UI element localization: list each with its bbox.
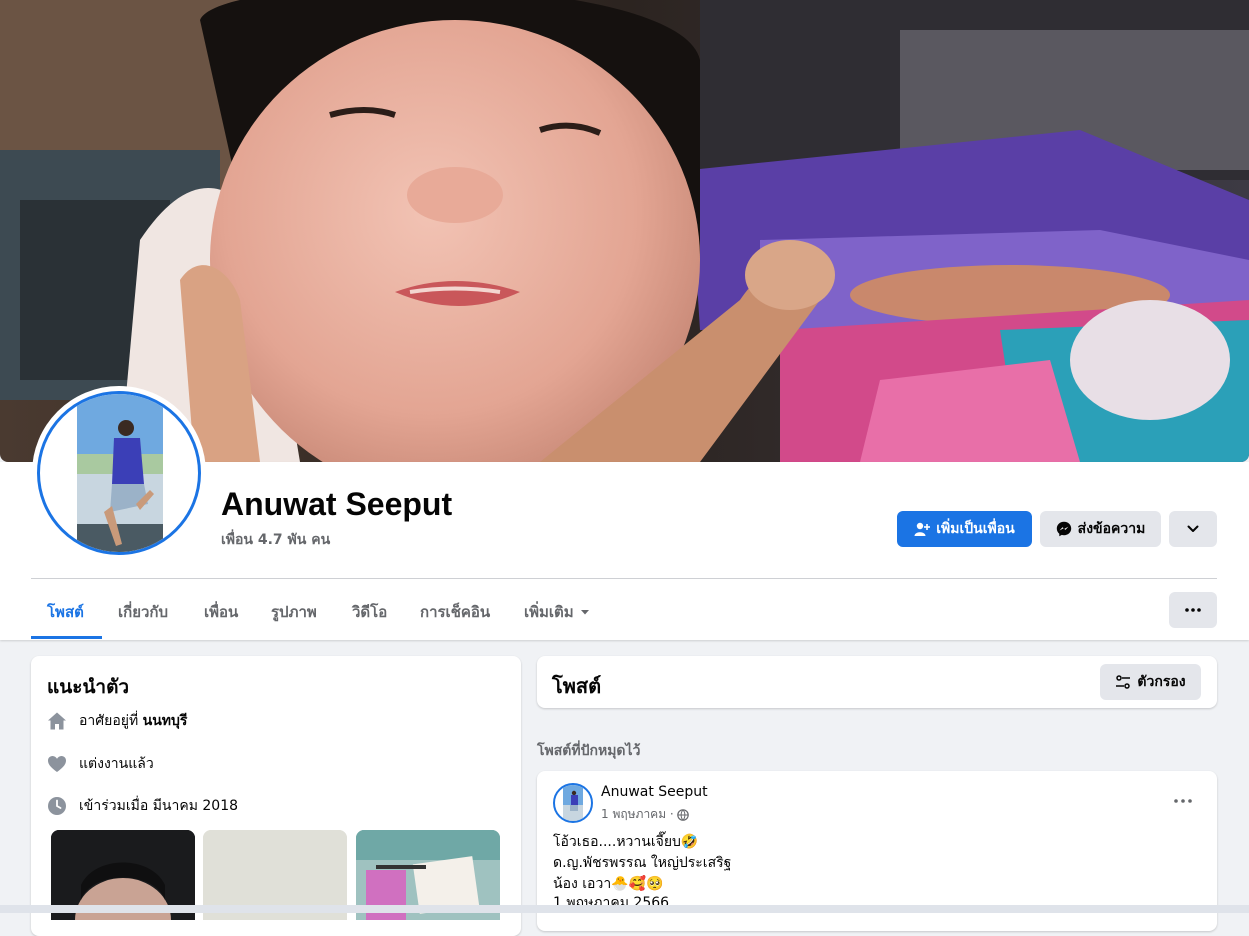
message-label: ส่งข้อความ: [1077, 521, 1146, 537]
caret-down-icon: [580, 610, 589, 615]
message-button[interactable]: ส่งข้อความ: [1040, 511, 1161, 547]
avatar-photo: [563, 785, 583, 821]
joined-date: เข้าร่วมเมื่อ มีนาคม 2018: [79, 798, 239, 814]
active-tab-indicator: [31, 636, 102, 639]
os-taskbar: [0, 905, 1249, 913]
tab-posts[interactable]: โพสต์: [47, 600, 84, 624]
tab-videos[interactable]: วิดีโอ: [352, 600, 387, 624]
intro-joined: เข้าร่วมเมื่อ มีนาคม 2018: [47, 795, 238, 817]
filter-icon: [1116, 675, 1131, 689]
avatar-photo: [77, 394, 163, 552]
add-friend-button[interactable]: เพิ่มเป็นเพื่อน: [897, 511, 1032, 547]
profile-name: Anuwat Seeput: [221, 486, 453, 522]
tab-photos[interactable]: รูปภาพ: [271, 600, 317, 624]
tabs-more-button[interactable]: [1169, 592, 1217, 628]
globe-icon: [676, 808, 689, 821]
post-text-line: โอ้วเธอ....หวานเจี๊ยบ🤣: [553, 834, 699, 850]
header-divider: [31, 578, 1217, 579]
intro-lives-in: อาศัยอยู่ที่ นนทบุรี: [47, 710, 187, 732]
tab-more-label: เพิ่มเติม: [524, 603, 574, 621]
add-friend-label: เพิ่มเป็นเพื่อน: [936, 521, 1015, 537]
post-date-text: 1 พฤษภาคม ·: [601, 807, 674, 821]
filter-label: ตัวกรอง: [1137, 674, 1186, 690]
messenger-icon: [1056, 521, 1071, 537]
friends-count[interactable]: เพื่อน 4.7 พัน คน: [221, 529, 330, 551]
home-icon: [48, 712, 66, 730]
posts-title: โพสต์: [552, 674, 602, 698]
tab-friends[interactable]: เพื่อน: [204, 600, 238, 624]
post-timestamp[interactable]: 1 พฤษภาคม ·: [601, 805, 689, 824]
intro-title: แนะนำตัว: [47, 676, 130, 698]
filter-button[interactable]: ตัวกรอง: [1100, 664, 1201, 700]
pinned-posts-label: โพสต์ที่ปักหมุดไว้: [537, 743, 641, 759]
post-author-name[interactable]: Anuwat Seeput: [601, 784, 708, 800]
tab-about[interactable]: เกี่ยวกับ: [118, 600, 168, 624]
post-author-avatar[interactable]: [553, 783, 593, 823]
more-dots-icon: [1174, 799, 1192, 803]
tab-more[interactable]: เพิ่มเติม: [524, 600, 590, 624]
post-text-line: ด.ญ.พัชรพรรณ ใหญ่ประเสริฐ: [553, 855, 732, 871]
more-dots-icon: [1185, 608, 1201, 612]
clock-icon: [48, 797, 66, 815]
intro-relationship: แต่งงานแล้ว: [47, 753, 154, 775]
heart-icon: [48, 756, 66, 772]
more-actions-button[interactable]: [1169, 511, 1217, 547]
lives-city[interactable]: นนทบุรี: [143, 713, 188, 729]
add-friend-icon: [914, 522, 931, 536]
cover-photo[interactable]: [0, 0, 1249, 462]
profile-avatar[interactable]: [32, 386, 206, 560]
relationship-status: แต่งงานแล้ว: [79, 756, 154, 772]
lives-prefix: อาศัยอยู่ที่: [79, 713, 139, 729]
tab-checkins[interactable]: การเช็คอิน: [420, 600, 490, 624]
chevron-down-icon: [1187, 525, 1199, 532]
post-options-button[interactable]: [1168, 790, 1198, 812]
